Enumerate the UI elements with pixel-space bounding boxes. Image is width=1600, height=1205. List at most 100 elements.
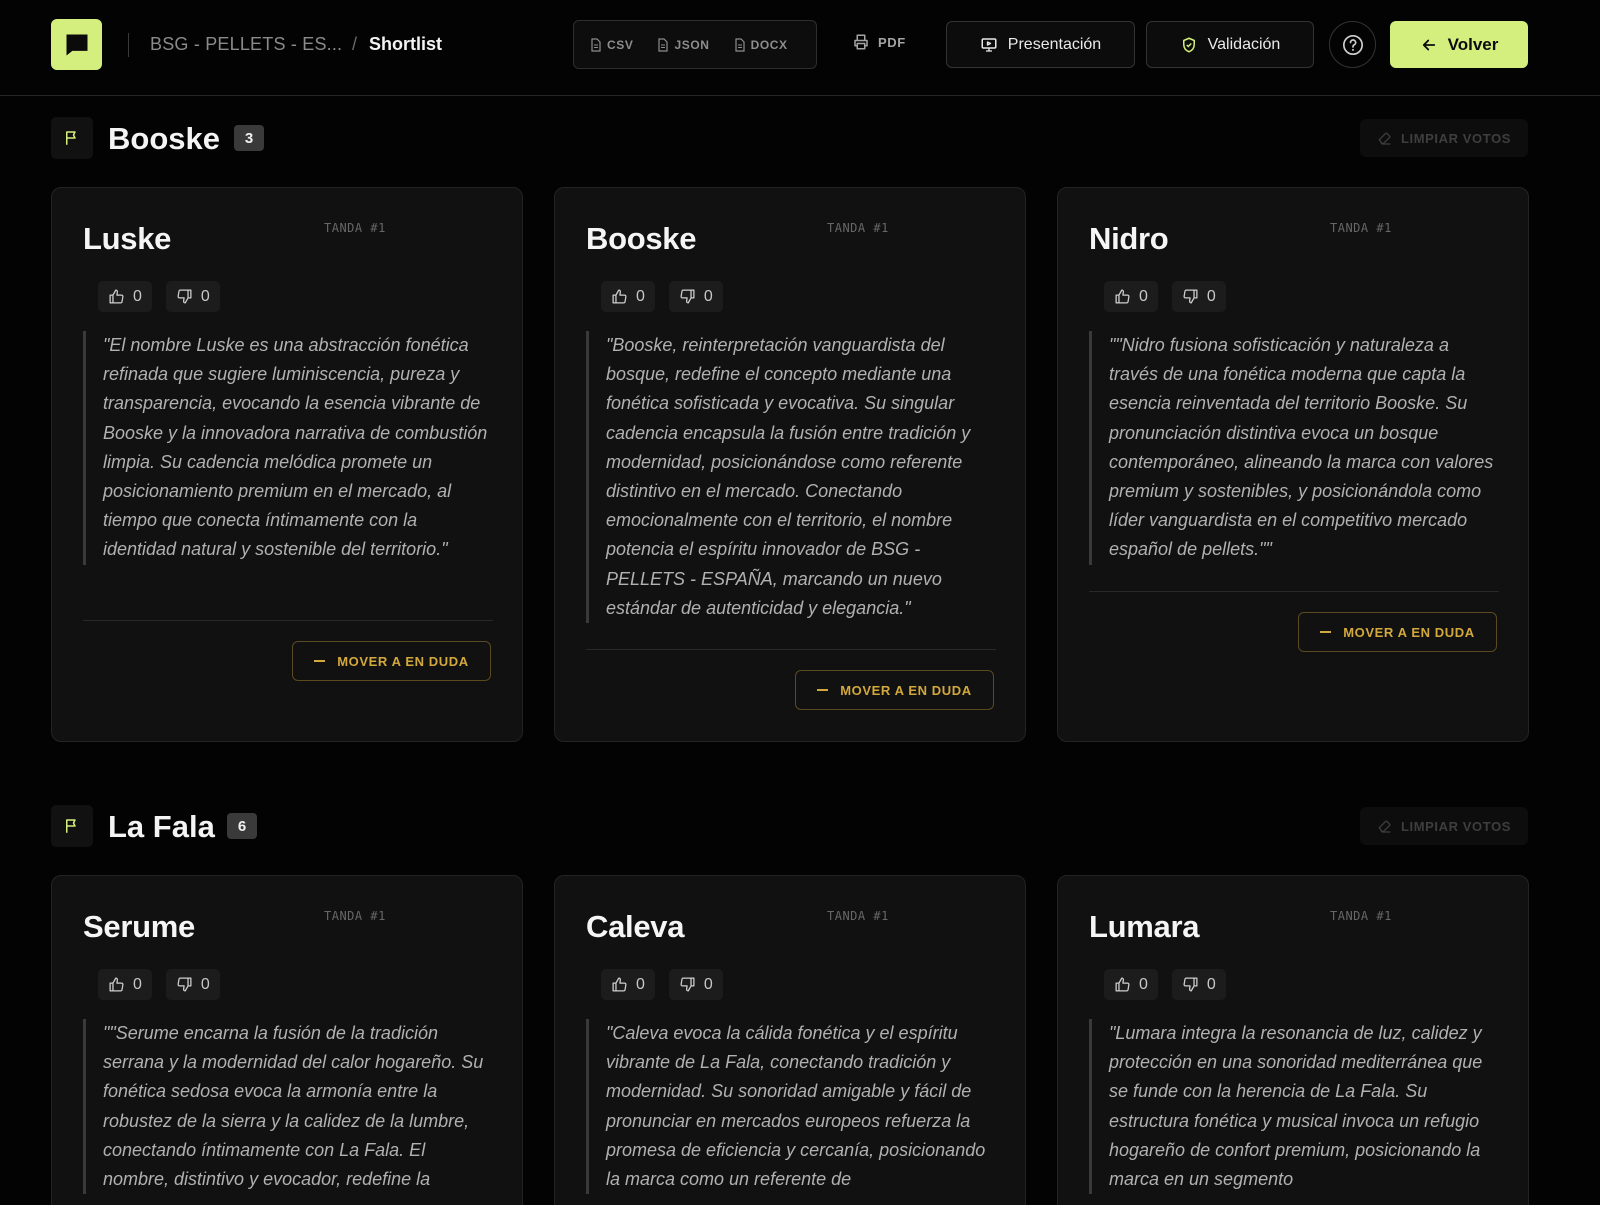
section-header: Booske 3 LIMPIAR VOTOS	[51, 117, 1528, 159]
upvote-count: 0	[1139, 287, 1148, 305]
name-card: Booske TANDA #1 0 0 "Booske, reinterpret…	[554, 187, 1026, 742]
move-to-doubt-label: MOVER A EN DUDA	[337, 653, 469, 669]
card-name: Serume	[83, 909, 195, 944]
top-bar: BSG - PELLETS - ES... / Shortlist CSV JS…	[0, 0, 1600, 96]
export-json-label: JSON	[674, 37, 710, 52]
name-card: Nidro TANDA #1 0 0 ""Nidro fusiona sofis…	[1057, 187, 1529, 742]
help-button[interactable]	[1329, 21, 1376, 68]
clear-votes-button[interactable]: LIMPIAR VOTOS	[1360, 807, 1528, 845]
section-header: La Fala 6 LIMPIAR VOTOS	[51, 805, 1528, 847]
export-json-button[interactable]: JSON	[657, 38, 709, 52]
thumbs-down-icon	[177, 977, 192, 992]
minus-icon	[314, 660, 326, 662]
app-logo[interactable]	[51, 19, 102, 70]
clear-votes-label: LIMPIAR VOTOS	[1400, 130, 1512, 146]
card-rationale: "El nombre Luske es una abstracción foné…	[83, 331, 493, 565]
export-csv-button[interactable]: CSV	[590, 38, 633, 52]
move-to-doubt-button[interactable]: MOVER A EN DUDA	[292, 641, 491, 681]
downvote-button[interactable]: 0	[165, 281, 220, 312]
presentation-icon	[981, 37, 997, 52]
card-batch-label: TANDA #1	[827, 221, 889, 235]
downvote-button[interactable]: 0	[165, 969, 220, 1000]
thumbs-up-icon	[1115, 977, 1130, 992]
card-name: Luske	[83, 221, 172, 256]
card-divider	[83, 620, 493, 621]
question-circle-icon	[1342, 34, 1363, 55]
downvote-button[interactable]: 0	[668, 969, 723, 1000]
clear-votes-button[interactable]: LIMPIAR VOTOS	[1360, 119, 1528, 157]
pdf-button[interactable]: PDF	[852, 33, 906, 51]
card-divider	[1089, 591, 1499, 592]
card-batch-label: TANDA #1	[1330, 221, 1392, 235]
thumbs-down-icon	[177, 289, 192, 304]
upvote-count: 0	[636, 975, 645, 993]
upvote-button[interactable]: 0	[1104, 281, 1158, 312]
vote-group: 0 0	[1104, 969, 1226, 1000]
downvote-count: 0	[703, 975, 713, 993]
thumbs-up-icon	[1115, 289, 1130, 304]
header-divider	[128, 33, 129, 57]
validation-label: Validación	[1207, 35, 1281, 53]
card-name: Caleva	[586, 909, 685, 944]
arrow-left-icon	[1422, 39, 1435, 50]
vote-group: 0 0	[1104, 281, 1226, 312]
section-booske: Booske 3 LIMPIAR VOTOS Luske TANDA #1 0 …	[51, 117, 1529, 742]
downvote-button[interactable]: 0	[1171, 969, 1226, 1000]
upvote-button[interactable]: 0	[601, 969, 655, 1000]
name-card: Caleva TANDA #1 0 0 "Caleva evoca la cál…	[554, 875, 1026, 1205]
shield-check-icon	[1182, 37, 1195, 52]
name-card: Luske TANDA #1 0 0 "El nombre Luske es u…	[51, 187, 523, 742]
card-rationale: "Lumara integra la resonancia de luz, ca…	[1089, 1019, 1499, 1195]
card-name: Nidro	[1089, 221, 1169, 256]
vote-group: 0 0	[98, 281, 220, 312]
thumbs-down-icon	[1183, 289, 1198, 304]
section-flag	[51, 805, 93, 847]
section-title: Booske	[108, 121, 220, 156]
breadcrumb-current: Shortlist	[369, 34, 443, 54]
card-divider	[586, 649, 996, 650]
card-name: Booske	[586, 221, 697, 256]
downvote-count: 0	[200, 975, 210, 993]
breadcrumb-project[interactable]: BSG - PELLETS - ES...	[150, 34, 342, 55]
thumbs-up-icon	[612, 977, 627, 992]
upvote-button[interactable]: 0	[1104, 969, 1158, 1000]
presentation-button[interactable]: Presentación	[946, 21, 1135, 68]
export-group: CSV JSON DOCX	[573, 20, 817, 69]
export-csv-label: CSV	[607, 37, 634, 52]
section-count-badge: 6	[227, 813, 257, 839]
eraser-icon	[1378, 132, 1391, 145]
minus-icon	[817, 689, 829, 691]
upvote-button[interactable]: 0	[601, 281, 655, 312]
downvote-count: 0	[703, 287, 713, 305]
section-flag	[51, 117, 93, 159]
upvote-count: 0	[133, 287, 142, 305]
downvote-button[interactable]: 0	[668, 281, 723, 312]
name-card: Serume TANDA #1 0 0 ""Serume encarna la …	[51, 875, 523, 1205]
move-to-doubt-button[interactable]: MOVER A EN DUDA	[795, 670, 994, 710]
export-docx-button[interactable]: DOCX	[734, 38, 788, 52]
back-label: Volver	[1447, 34, 1499, 54]
upvote-count: 0	[133, 975, 142, 993]
upvote-count: 0	[636, 287, 645, 305]
move-to-doubt-button[interactable]: MOVER A EN DUDA	[1298, 612, 1497, 652]
upvote-button[interactable]: 0	[98, 969, 152, 1000]
upvote-count: 0	[1139, 975, 1148, 993]
downvote-count: 0	[1206, 287, 1216, 305]
card-rationale: ""Nidro fusiona sofisticación y naturale…	[1089, 331, 1499, 565]
flag-icon	[66, 819, 76, 833]
card-batch-label: TANDA #1	[1330, 909, 1392, 923]
downvote-count: 0	[200, 287, 210, 305]
downvote-button[interactable]: 0	[1171, 281, 1226, 312]
vote-group: 0 0	[98, 969, 220, 1000]
validation-button[interactable]: Validación	[1146, 21, 1314, 68]
card-batch-label: TANDA #1	[827, 909, 889, 923]
back-button[interactable]: Volver	[1390, 21, 1528, 68]
upvote-button[interactable]: 0	[98, 281, 152, 312]
flag-icon	[66, 131, 76, 145]
vote-group: 0 0	[601, 281, 723, 312]
thumbs-down-icon	[680, 289, 695, 304]
thumbs-down-icon	[1183, 977, 1198, 992]
move-to-doubt-label: MOVER A EN DUDA	[1343, 624, 1475, 640]
thumbs-down-icon	[680, 977, 695, 992]
card-rationale: ""Serume encarna la fusión de la tradici…	[83, 1019, 493, 1195]
